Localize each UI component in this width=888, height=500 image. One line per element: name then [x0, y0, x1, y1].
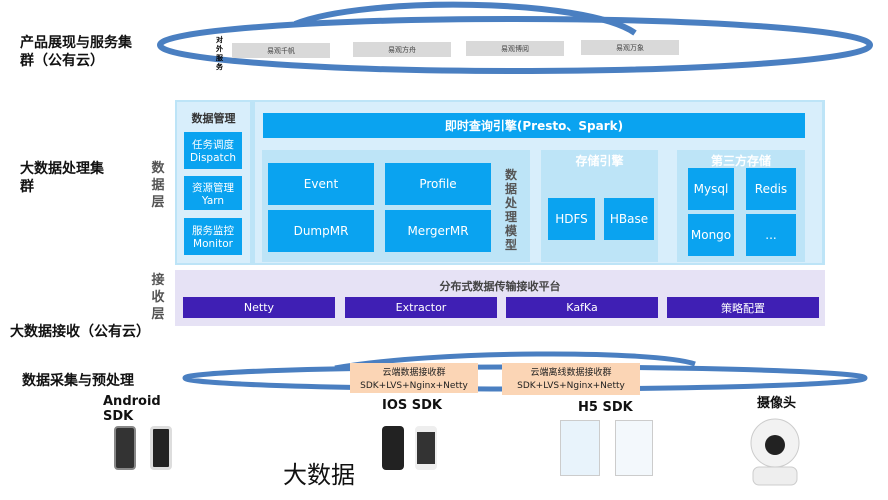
storage-hdfs[interactable]: HDFS	[548, 198, 595, 240]
h5-label: H5 SDK	[578, 400, 633, 415]
cloud-top-side-label: 对外服务	[216, 36, 223, 71]
label-bigdata-cluster: 大数据处理集群	[20, 161, 104, 195]
android-phone-icon	[150, 426, 172, 470]
storage-hbase[interactable]: HBase	[604, 198, 654, 240]
camera-icon	[750, 418, 800, 486]
h5-page-icon	[615, 420, 653, 476]
proc-profile[interactable]: Profile	[385, 163, 491, 205]
receive-strategy[interactable]: 策略配置	[667, 297, 819, 318]
android-phone-icon	[114, 426, 136, 470]
tp-redis[interactable]: Redis	[746, 168, 796, 210]
group-stack: SDK+LVS+Nginx+Netty	[360, 381, 468, 391]
third-party-title: 第三方存储	[710, 154, 771, 168]
receive-netty[interactable]: Netty	[183, 297, 335, 318]
service-item[interactable]: 易观博阅	[466, 41, 564, 56]
processing-label: 数据处理模型	[505, 168, 518, 252]
label-product-cluster: 产品展现与服务集群（公有云）	[20, 35, 132, 69]
proc-dumpmr[interactable]: DumpMR	[268, 210, 374, 252]
receive-extractor[interactable]: Extractor	[345, 297, 497, 318]
storage-title: 存储引擎	[575, 154, 624, 168]
mgmt-yarn[interactable]: 资源管理 Yarn	[184, 176, 242, 210]
data-layer-label: 数据层	[151, 161, 165, 210]
query-engine[interactable]: 即时查询引擎(Presto、Spark)	[263, 113, 805, 138]
service-item[interactable]: 易观方舟	[353, 42, 451, 57]
group-stack: SDK+LVS+Nginx+Netty	[517, 381, 625, 391]
receive-group-offline[interactable]: 云端离线数据接收群 SDK+LVS+Nginx+Netty	[502, 363, 640, 395]
tp-mysql[interactable]: Mysql	[688, 168, 734, 210]
receive-kafka[interactable]: KafKa	[506, 297, 658, 318]
mgmt-dispatch[interactable]: 任务调度 Dispatch	[184, 132, 242, 169]
tp-mongo[interactable]: Mongo	[688, 214, 734, 256]
receive-layer-label: 接收层	[151, 273, 165, 322]
proc-event[interactable]: Event	[268, 163, 374, 205]
mgmt-monitor[interactable]: 服务监控 Monitor	[184, 218, 242, 255]
h5-page-icon	[560, 420, 600, 476]
group-title: 云端数据接收群	[382, 368, 446, 378]
iphone-icon	[382, 426, 404, 470]
tp-more[interactable]: ...	[746, 214, 796, 256]
ios-label: IOS SDK	[382, 398, 443, 413]
android-label: Android SDK	[103, 394, 161, 424]
camera-label: 摄像头	[757, 396, 797, 411]
group-title: 云端离线数据接收群	[530, 368, 612, 378]
label-receive: 大数据接收（公有云）	[10, 324, 150, 340]
label-collect: 数据采集与预处理	[22, 373, 134, 389]
cloud-top-icon	[157, 1, 873, 74]
receive-title: 分布式数据传输接收平台	[439, 280, 561, 293]
proc-mergermr[interactable]: MergerMR	[385, 210, 491, 252]
overlay-text: 大数据	[283, 461, 355, 489]
service-item[interactable]: 易观万象	[581, 40, 679, 55]
service-item[interactable]: 易观千帆	[232, 43, 330, 58]
mgmt-title: 数据管理	[191, 112, 236, 125]
receive-group-online[interactable]: 云端数据接收群 SDK+LVS+Nginx+Netty	[350, 363, 478, 393]
iphone-icon	[415, 426, 437, 470]
